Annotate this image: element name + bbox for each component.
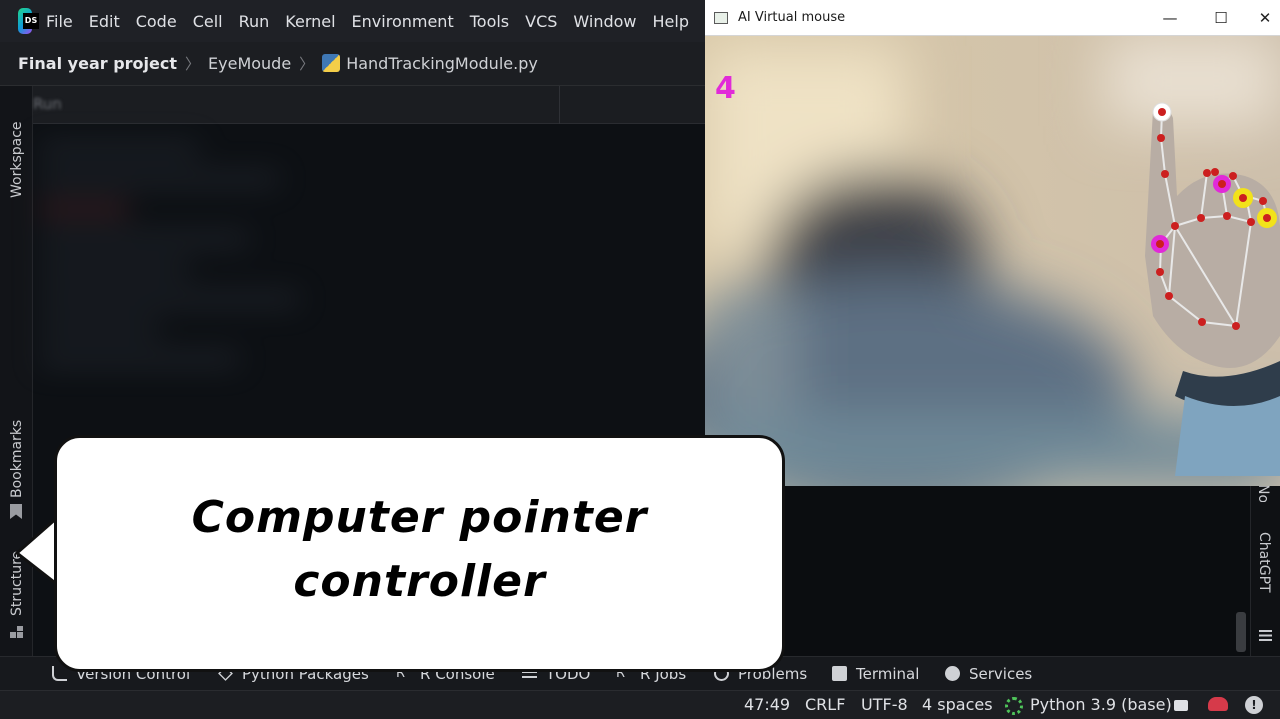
notifications-tab[interactable]: Notifications (1255, 484, 1271, 502)
menu-file[interactable]: File (46, 12, 73, 31)
divider (559, 86, 560, 124)
menu-window[interactable]: Window (573, 12, 636, 31)
services-icon (945, 666, 960, 681)
services-button[interactable]: Services (945, 665, 1032, 683)
workspace-tab[interactable]: Workspace (9, 121, 25, 198)
menu-help[interactable]: Help (653, 12, 689, 31)
menu-vcs[interactable]: VCS (525, 12, 557, 31)
ai-virtual-mouse-window: AI Virtual mouse — ☐ ✕ 4 (705, 0, 1280, 486)
terminal-label: Terminal (856, 664, 920, 683)
menu-icon[interactable] (1259, 630, 1272, 641)
terminal-icon (832, 666, 847, 681)
window-title: AI Virtual mouse (738, 10, 846, 25)
menu-edit[interactable]: Edit (89, 12, 120, 31)
caption-bubble: Computer pointer controller (54, 435, 785, 672)
blurred-code (33, 126, 363, 456)
menu-bar: File Edit Code Cell Run Kernel Environme… (0, 0, 705, 42)
breadcrumb-file[interactable]: HandTrackingModule.py (322, 54, 538, 73)
run-tab[interactable]: Run (33, 95, 62, 113)
file-encoding[interactable]: UTF-8 (861, 695, 908, 714)
caption-line-1: Computer pointer (191, 492, 648, 543)
breadcrumb-folder[interactable]: EyeMoude (208, 54, 291, 73)
close-icon[interactable]: ✕ (1252, 6, 1278, 30)
breadcrumb-project[interactable]: Final year project (18, 54, 177, 73)
menu-kernel[interactable]: Kernel (285, 12, 335, 31)
interpreter-status-icon (1005, 697, 1023, 715)
python-file-icon (322, 54, 341, 72)
caption-text: Computer pointer controller (57, 486, 782, 614)
lock-icon[interactable] (1174, 700, 1188, 711)
window-icon (714, 11, 728, 24)
maximize-icon[interactable]: ☐ (1208, 6, 1234, 30)
minimize-icon[interactable]: — (1157, 6, 1183, 30)
frame-label: 4 (715, 71, 736, 106)
status-bar: 47:49 CRLF UTF-8 4 spaces Python 3.9 (ba… (0, 690, 1280, 719)
run-tool-header: Run (33, 86, 705, 124)
branch-icon (52, 666, 67, 681)
bookmarks-tab[interactable]: Bookmarks (9, 420, 25, 498)
breadcrumb: Final year project 〉 EyeMoude 〉 HandTrac… (0, 42, 705, 86)
window-titlebar: AI Virtual mouse — ☐ ✕ (705, 0, 1280, 36)
chevron-right-icon: 〉 (185, 55, 201, 73)
chatgpt-tab[interactable]: ChatGPT (1256, 532, 1272, 593)
caret-position[interactable]: 47:49 (744, 695, 790, 714)
structure-icon (10, 626, 23, 639)
right-tool-stripe: Notifications ChatGPT (1250, 484, 1280, 656)
menu-environment[interactable]: Environment (352, 12, 454, 31)
indent-setting[interactable]: 4 spaces (922, 695, 993, 714)
menu-run[interactable]: Run (239, 12, 270, 31)
python-interpreter[interactable]: Python 3.9 (base) (1030, 695, 1172, 714)
output-panel (705, 486, 1250, 656)
scrollbar[interactable] (1236, 612, 1246, 652)
menu-tools[interactable]: Tools (470, 12, 509, 31)
chevron-right-icon: 〉 (299, 55, 315, 73)
camera-frame: 4 (705, 36, 1280, 486)
line-separator[interactable]: CRLF (805, 695, 845, 714)
notifications-icon[interactable]: ! (1245, 696, 1263, 714)
dataspell-logo-icon[interactable] (18, 8, 39, 34)
services-label: Services (969, 664, 1033, 683)
caption-line-2: controller (293, 556, 546, 607)
camera-feed: 4 (705, 36, 1280, 486)
error-report-icon[interactable] (1208, 697, 1228, 711)
menu-cell[interactable]: Cell (193, 12, 223, 31)
menu-code[interactable]: Code (136, 12, 177, 31)
breadcrumb-file-label: HandTrackingModule.py (346, 54, 538, 73)
terminal-button[interactable]: Terminal (832, 665, 919, 683)
screen: File Edit Code Cell Run Kernel Environme… (0, 0, 1280, 719)
